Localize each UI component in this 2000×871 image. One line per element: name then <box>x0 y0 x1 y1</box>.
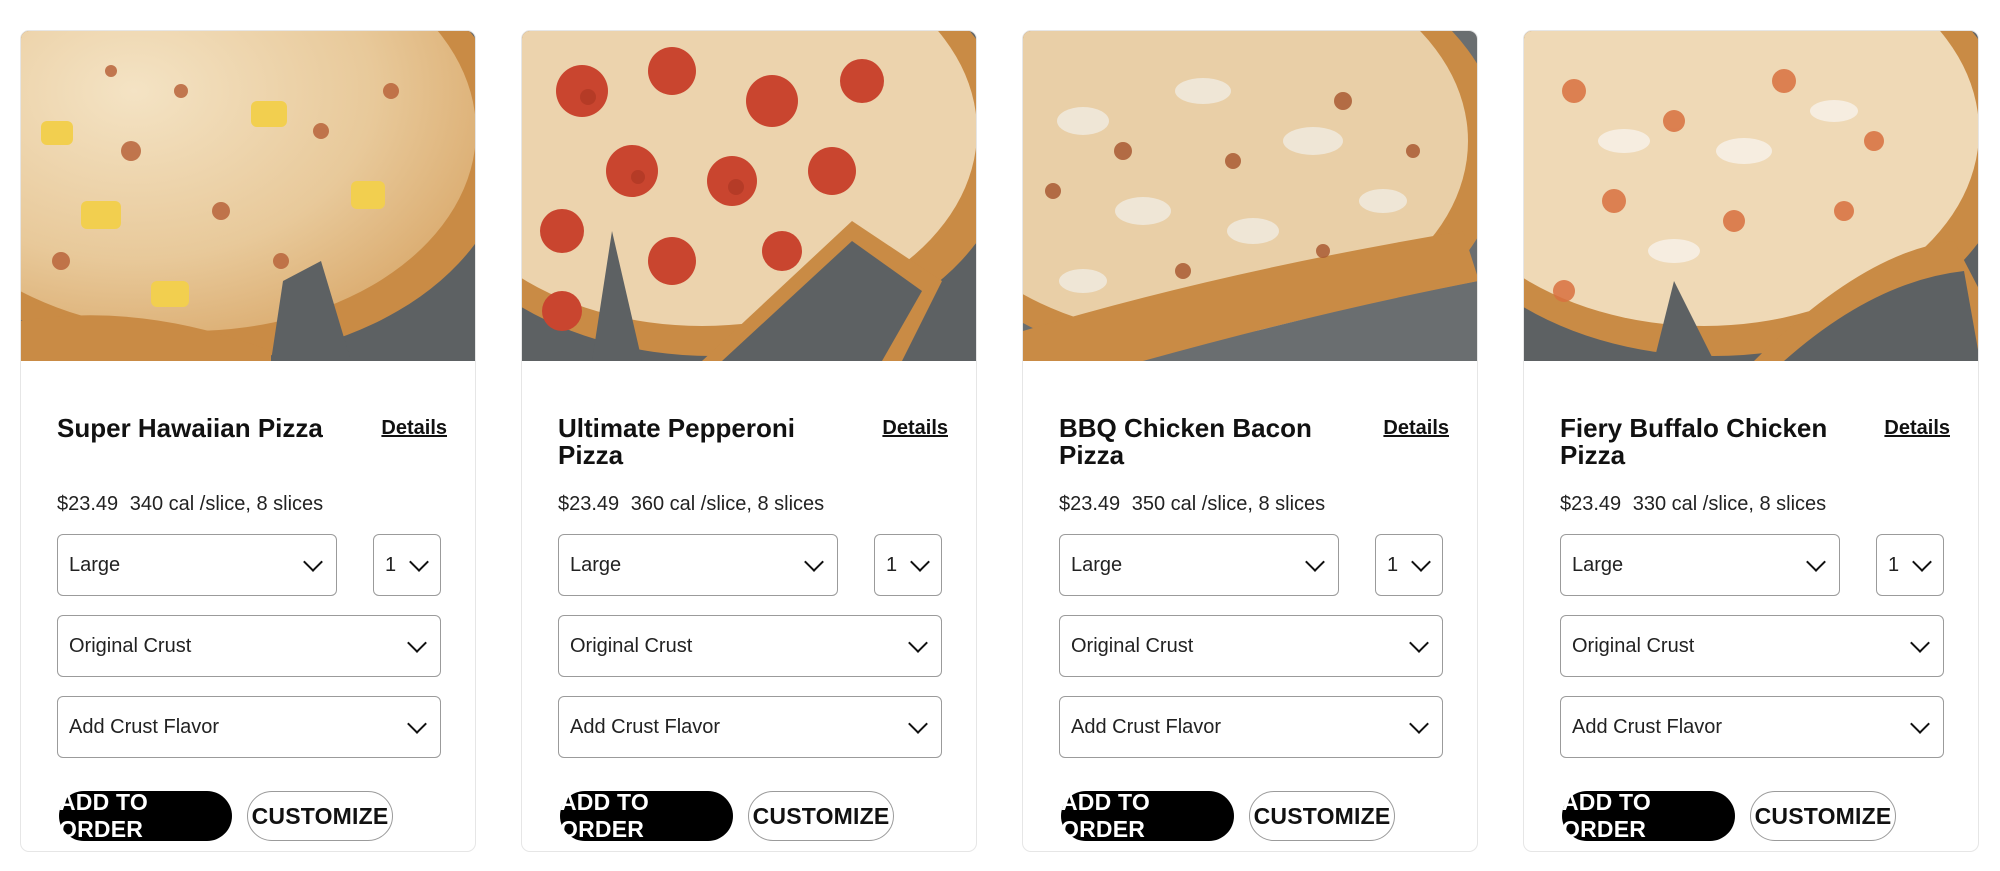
chevron-down-icon <box>407 714 427 734</box>
crust-flavor-select[interactable]: Add Crust Flavor <box>1560 696 1944 758</box>
size-select[interactable]: Large <box>1059 534 1339 596</box>
crust-flavor-value: Add Crust Flavor <box>1071 715 1222 738</box>
quantity-select[interactable]: 1 <box>1876 534 1944 596</box>
product-card: Ultimate Pepperoni Pizza Details $23.49 … <box>521 30 977 852</box>
price-calories: $23.49 330 cal /slice, 8 slices <box>1560 493 1826 516</box>
crust-select[interactable]: Original Crust <box>1059 615 1443 677</box>
chevron-down-icon <box>407 633 427 653</box>
price: $23.49 <box>558 493 620 515</box>
add-to-order-button[interactable]: ADD TO ORDER <box>560 789 733 842</box>
price: $23.49 <box>1560 493 1622 515</box>
quantity-select[interactable]: 1 <box>373 534 441 596</box>
add-to-order-button[interactable]: ADD TO ORDER <box>59 789 232 842</box>
price: $23.49 <box>1059 493 1121 515</box>
calorie-info: 350 cal /slice, 8 slices <box>1131 493 1326 515</box>
product-image[interactable] <box>522 31 976 361</box>
size-value: Large <box>570 553 622 576</box>
chevron-down-icon <box>1305 552 1325 572</box>
crust-flavor-value: Add Crust Flavor <box>69 715 220 738</box>
crust-value: Original Crust <box>1572 634 1695 657</box>
quantity-select[interactable]: 1 <box>1375 534 1443 596</box>
product-info: BBQ Chicken Bacon Pizza Details $23.49 3… <box>1023 361 1477 851</box>
crust-flavor-value: Add Crust Flavor <box>1572 715 1723 738</box>
crust-value: Original Crust <box>1071 634 1194 657</box>
add-to-order-button[interactable]: ADD TO ORDER <box>1061 789 1234 842</box>
customize-button[interactable]: CUSTOMIZE <box>1750 791 1896 841</box>
size-value: Large <box>1071 553 1123 576</box>
product-card: BBQ Chicken Bacon Pizza Details $23.49 3… <box>1022 30 1478 852</box>
price-calories: $23.49 360 cal /slice, 8 slices <box>558 493 824 516</box>
details-link[interactable]: Details <box>1383 417 1449 440</box>
product-info: Ultimate Pepperoni Pizza Details $23.49 … <box>522 361 976 851</box>
size-value: Large <box>1572 553 1624 576</box>
size-select[interactable]: Large <box>1560 534 1840 596</box>
quantity-value: 1 <box>1888 553 1900 576</box>
chevron-down-icon <box>1806 552 1826 572</box>
quantity-select[interactable]: 1 <box>874 534 942 596</box>
product-image[interactable] <box>1023 31 1477 361</box>
product-card: Fiery Buffalo Chicken Pizza Details $23.… <box>1523 30 1979 852</box>
crust-select[interactable]: Original Crust <box>57 615 441 677</box>
product-grid: Super Hawaiian Pizza Details $23.49 340 … <box>0 0 2000 871</box>
product-image[interactable] <box>1524 31 1978 361</box>
quantity-value: 1 <box>886 553 898 576</box>
chevron-down-icon <box>1912 552 1932 572</box>
product-info: Fiery Buffalo Chicken Pizza Details $23.… <box>1524 361 1978 851</box>
chevron-down-icon <box>910 552 930 572</box>
product-title: Fiery Buffalo Chicken Pizza <box>1560 413 1828 470</box>
chevron-down-icon <box>1409 633 1429 653</box>
details-link[interactable]: Details <box>882 417 948 440</box>
quantity-value: 1 <box>1387 553 1399 576</box>
size-value: Large <box>69 553 121 576</box>
pizza-photo-icon <box>1524 31 1978 361</box>
price-calories: $23.49 340 cal /slice, 8 slices <box>57 493 323 516</box>
chevron-down-icon <box>804 552 824 572</box>
chevron-down-icon <box>1910 633 1930 653</box>
product-card: Super Hawaiian Pizza Details $23.49 340 … <box>20 30 476 852</box>
crust-value: Original Crust <box>570 634 693 657</box>
size-select[interactable]: Large <box>558 534 838 596</box>
add-to-order-button[interactable]: ADD TO ORDER <box>1562 789 1735 842</box>
chevron-down-icon <box>303 552 323 572</box>
crust-select[interactable]: Original Crust <box>558 615 942 677</box>
price: $23.49 <box>57 493 119 515</box>
size-select[interactable]: Large <box>57 534 337 596</box>
product-title: Super Hawaiian Pizza <box>57 413 323 443</box>
product-image[interactable] <box>21 31 475 361</box>
crust-flavor-select[interactable]: Add Crust Flavor <box>558 696 942 758</box>
chevron-down-icon <box>1409 714 1429 734</box>
price-calories: $23.49 350 cal /slice, 8 slices <box>1059 493 1325 516</box>
crust-flavor-select[interactable]: Add Crust Flavor <box>57 696 441 758</box>
product-title: BBQ Chicken Bacon Pizza <box>1059 413 1312 470</box>
details-link[interactable]: Details <box>1884 417 1950 440</box>
product-title: Ultimate Pepperoni Pizza <box>558 413 795 470</box>
chevron-down-icon <box>409 552 429 572</box>
quantity-value: 1 <box>385 553 397 576</box>
chevron-down-icon <box>1411 552 1431 572</box>
calorie-info: 360 cal /slice, 8 slices <box>630 493 825 515</box>
pizza-photo-icon <box>1023 31 1477 361</box>
crust-flavor-value: Add Crust Flavor <box>570 715 721 738</box>
customize-button[interactable]: CUSTOMIZE <box>247 791 393 841</box>
chevron-down-icon <box>908 714 928 734</box>
pizza-photo-icon <box>21 31 475 361</box>
crust-select[interactable]: Original Crust <box>1560 615 1944 677</box>
product-info: Super Hawaiian Pizza Details $23.49 340 … <box>21 361 475 851</box>
crust-flavor-select[interactable]: Add Crust Flavor <box>1059 696 1443 758</box>
pizza-photo-icon <box>522 31 976 361</box>
chevron-down-icon <box>908 633 928 653</box>
calorie-info: 340 cal /slice, 8 slices <box>129 493 324 515</box>
customize-button[interactable]: CUSTOMIZE <box>748 791 894 841</box>
details-link[interactable]: Details <box>381 417 447 440</box>
calorie-info: 330 cal /slice, 8 slices <box>1632 493 1827 515</box>
crust-value: Original Crust <box>69 634 192 657</box>
customize-button[interactable]: CUSTOMIZE <box>1249 791 1395 841</box>
chevron-down-icon <box>1910 714 1930 734</box>
